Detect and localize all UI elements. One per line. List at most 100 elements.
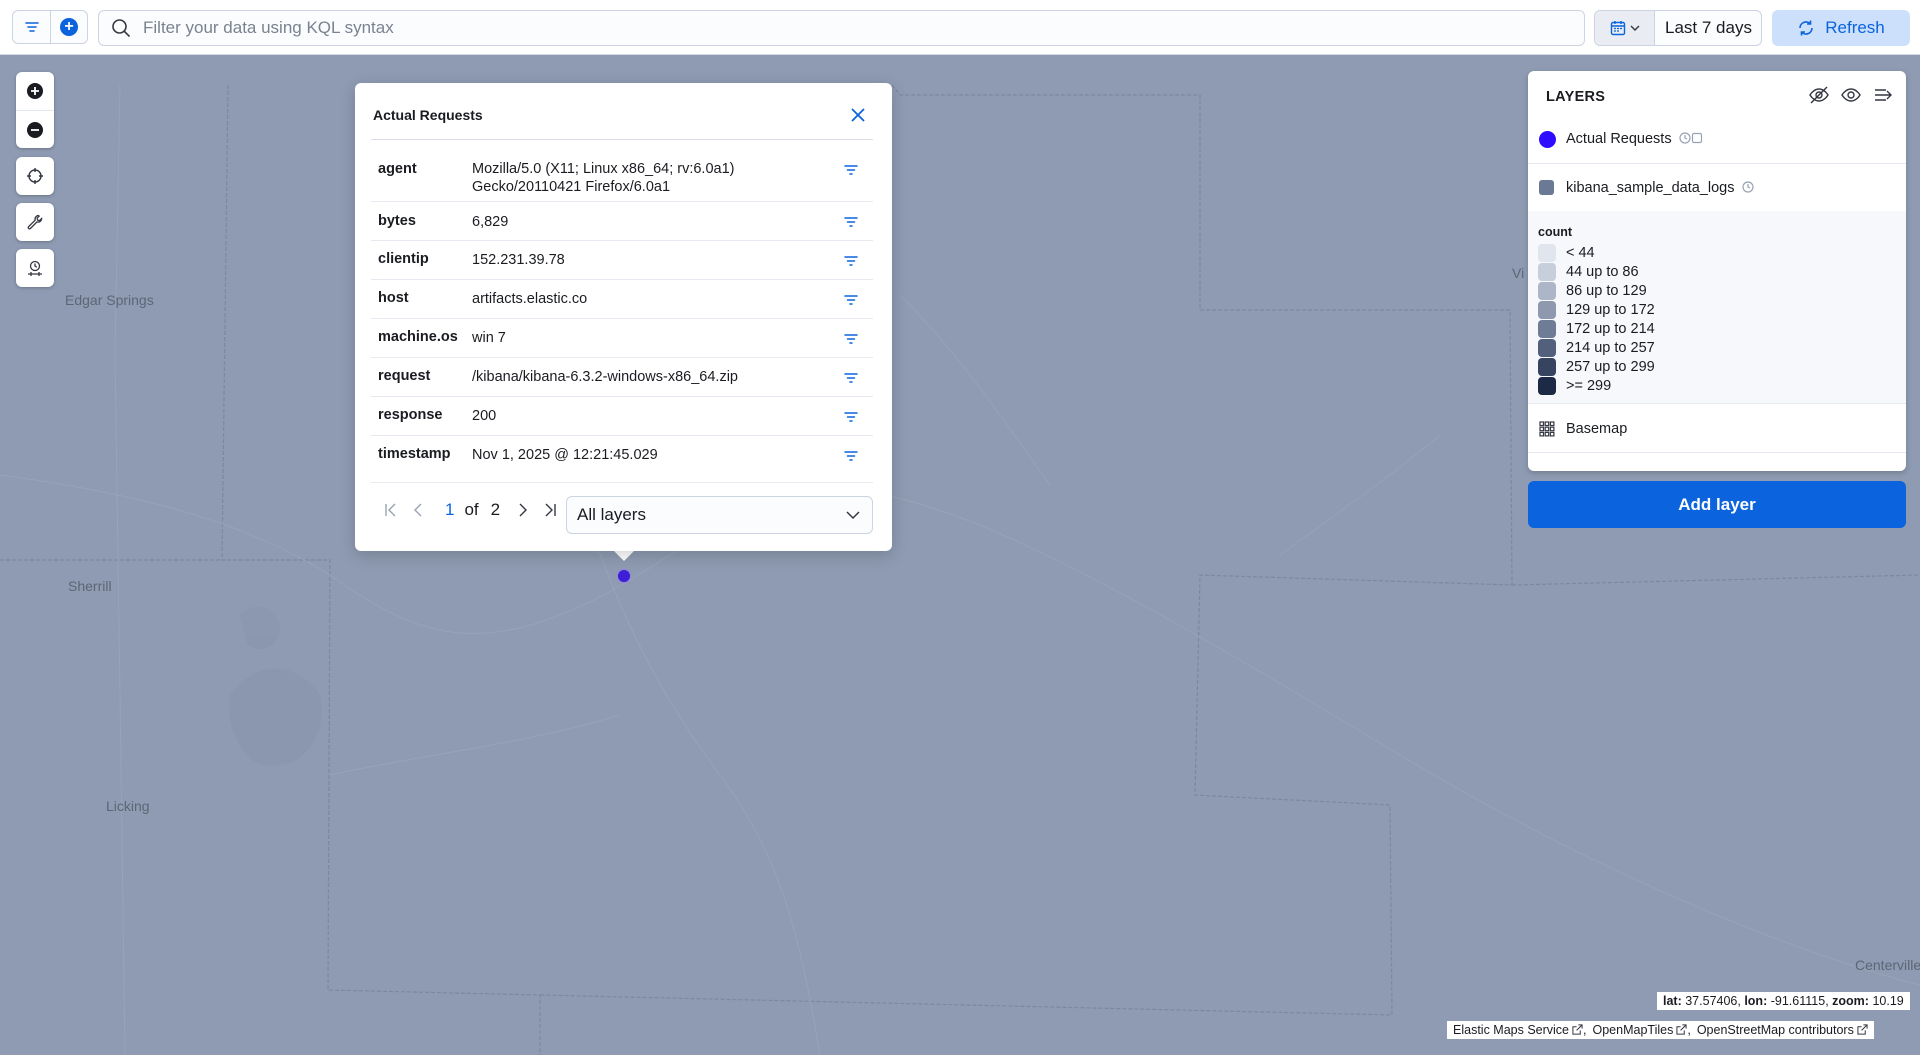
timeslider-button[interactable]	[16, 249, 54, 287]
property-key: request	[378, 368, 431, 384]
zoom-out-button[interactable]	[16, 110, 54, 148]
property-value: Mozilla/5.0 (X11; Linux x86_64; rv:6.0a1…	[472, 160, 735, 196]
filter-box-icon	[1691, 132, 1702, 144]
property-key: bytes	[378, 213, 416, 229]
property-key: clientip	[378, 251, 429, 267]
filter-menu-button[interactable]	[13, 11, 50, 43]
legend-title: count	[1538, 225, 1573, 239]
map-canvas[interactable]: Edgar Springs Sherrill Licking Centervil…	[0, 55, 1920, 1055]
property-row: timestamp Nov 1, 2025 @ 12:21:45.029	[371, 436, 873, 483]
property-key: response	[378, 407, 443, 423]
refresh-button[interactable]: Refresh	[1772, 10, 1910, 46]
lon-value: -91.61115	[1770, 994, 1826, 1008]
legend-item: >= 299	[1538, 377, 1611, 395]
close-icon	[851, 108, 865, 122]
filter-icon[interactable]	[843, 371, 859, 385]
layer-name: kibana_sample_data_logs	[1566, 180, 1754, 196]
search-input[interactable]	[143, 18, 1543, 38]
property-value: 6,829	[472, 214, 509, 230]
attribution-text: OpenStreetMap contributors	[1696, 1023, 1854, 1037]
layer-panel-actions	[1808, 85, 1894, 105]
layer-control-panel: LAYERS Actual Requests kibana_sample_dat…	[1528, 71, 1906, 471]
property-value: 200	[472, 408, 497, 424]
popout-icon	[1857, 1024, 1868, 1035]
previous-page-button[interactable]	[405, 496, 433, 524]
timeslider-icon	[28, 260, 42, 276]
zoom-label: zoom:	[1832, 994, 1869, 1008]
timeslider-control	[16, 249, 54, 287]
filter-icon[interactable]	[843, 293, 859, 307]
place-label-vi: Vi	[1512, 265, 1525, 281]
legend-item: 129 up to 172	[1538, 301, 1655, 319]
feature-tooltip: Actual Requests agent Mozilla/5.0 (X11; …	[355, 83, 892, 551]
wrench-icon	[27, 214, 43, 230]
layer-legend: count < 44 44 up to 86 86 up to 129 129 …	[1528, 211, 1906, 404]
layer-select[interactable]: All layers	[566, 496, 873, 534]
last-page-button[interactable]	[536, 496, 564, 524]
legend-swatch	[1538, 263, 1556, 281]
popout-icon	[1572, 1024, 1583, 1035]
refresh-icon	[1799, 20, 1814, 36]
legend-item: < 44	[1538, 244, 1595, 262]
legend-item: 214 up to 257	[1538, 339, 1655, 357]
property-key: machine.os	[378, 329, 458, 345]
filter-icon[interactable]	[843, 410, 859, 424]
zoom-in-button[interactable]	[16, 72, 54, 110]
date-picker: Last 7 days	[1594, 10, 1762, 46]
filter-icon[interactable]	[843, 332, 859, 346]
query-bar: + Last 7 days Refresh	[0, 0, 1920, 55]
lat-label: lat:	[1663, 994, 1682, 1008]
add-layer-button[interactable]: Add layer	[1528, 481, 1906, 528]
calendar-icon	[1610, 21, 1625, 36]
property-value-line: Gecko/20110421 Firefox/6.0a1	[472, 179, 671, 195]
layer-item-basemap[interactable]: Basemap	[1528, 404, 1906, 453]
add-filter-button[interactable]: +	[50, 11, 87, 43]
tools-button[interactable]	[16, 203, 54, 241]
legend-label: 214 up to 257	[1566, 340, 1655, 356]
layer-name-text: Actual Requests	[1566, 131, 1672, 147]
layer-item-kibana-sample-data-logs[interactable]: kibana_sample_data_logs	[1528, 164, 1906, 211]
current-page[interactable]: 1	[445, 500, 454, 520]
close-button[interactable]	[848, 105, 868, 125]
menu-right-icon[interactable]	[1872, 85, 1894, 105]
property-row: agent Mozilla/5.0 (X11; Linux x86_64; rv…	[371, 139, 873, 202]
property-key: host	[378, 290, 409, 306]
layer-select-value: All layers	[577, 505, 646, 524]
attribution-link-openmaptiles[interactable]: OpenMapTiles,	[1593, 1021, 1691, 1039]
filter-icon[interactable]	[843, 163, 859, 177]
arrow-end-icon	[545, 503, 556, 517]
zoom-value: 10.19	[1872, 994, 1904, 1008]
set-view-button[interactable]	[16, 157, 54, 195]
attribution-link-ems[interactable]: Elastic Maps Service,	[1453, 1021, 1587, 1039]
layer-color-swatch	[1539, 131, 1556, 148]
time-range-label[interactable]: Last 7 days	[1655, 18, 1752, 38]
next-page-button[interactable]	[508, 496, 536, 524]
eye-icon[interactable]	[1840, 85, 1862, 105]
property-value-line: Mozilla/5.0 (X11; Linux x86_64; rv:6.0a1…	[472, 161, 735, 177]
filter-icon[interactable]	[843, 254, 859, 268]
map-point-marker[interactable]	[617, 569, 631, 583]
eye-closed-icon[interactable]	[1808, 85, 1830, 105]
search-icon	[99, 18, 143, 38]
property-value: artifacts.elastic.co	[472, 291, 588, 307]
attribution-link-osm[interactable]: OpenStreetMap contributors	[1697, 1021, 1868, 1039]
first-page-button[interactable]	[377, 496, 405, 524]
filter-icon[interactable]	[843, 449, 859, 463]
property-row: host artifacts.elastic.co	[371, 280, 873, 319]
total-pages[interactable]: 2	[491, 500, 500, 520]
lat-value: 37.57406	[1685, 994, 1738, 1008]
filter-button-group: +	[12, 10, 88, 44]
legend-swatch	[1538, 320, 1556, 338]
set-view-control	[16, 157, 54, 195]
arrow-left-icon	[414, 503, 422, 517]
legend-swatch	[1538, 301, 1556, 319]
legend-label: < 44	[1566, 245, 1595, 261]
filter-icon[interactable]	[843, 215, 859, 229]
legend-item: 172 up to 214	[1538, 320, 1655, 338]
layer-item-actual-requests[interactable]: Actual Requests	[1528, 115, 1906, 164]
property-row: response 200	[371, 397, 873, 436]
property-value: Nov 1, 2025 @ 12:21:45.029	[472, 447, 658, 463]
quick-menu-button[interactable]	[1595, 11, 1655, 45]
arrow-right-icon	[519, 503, 528, 517]
arrow-start-icon	[385, 503, 396, 517]
